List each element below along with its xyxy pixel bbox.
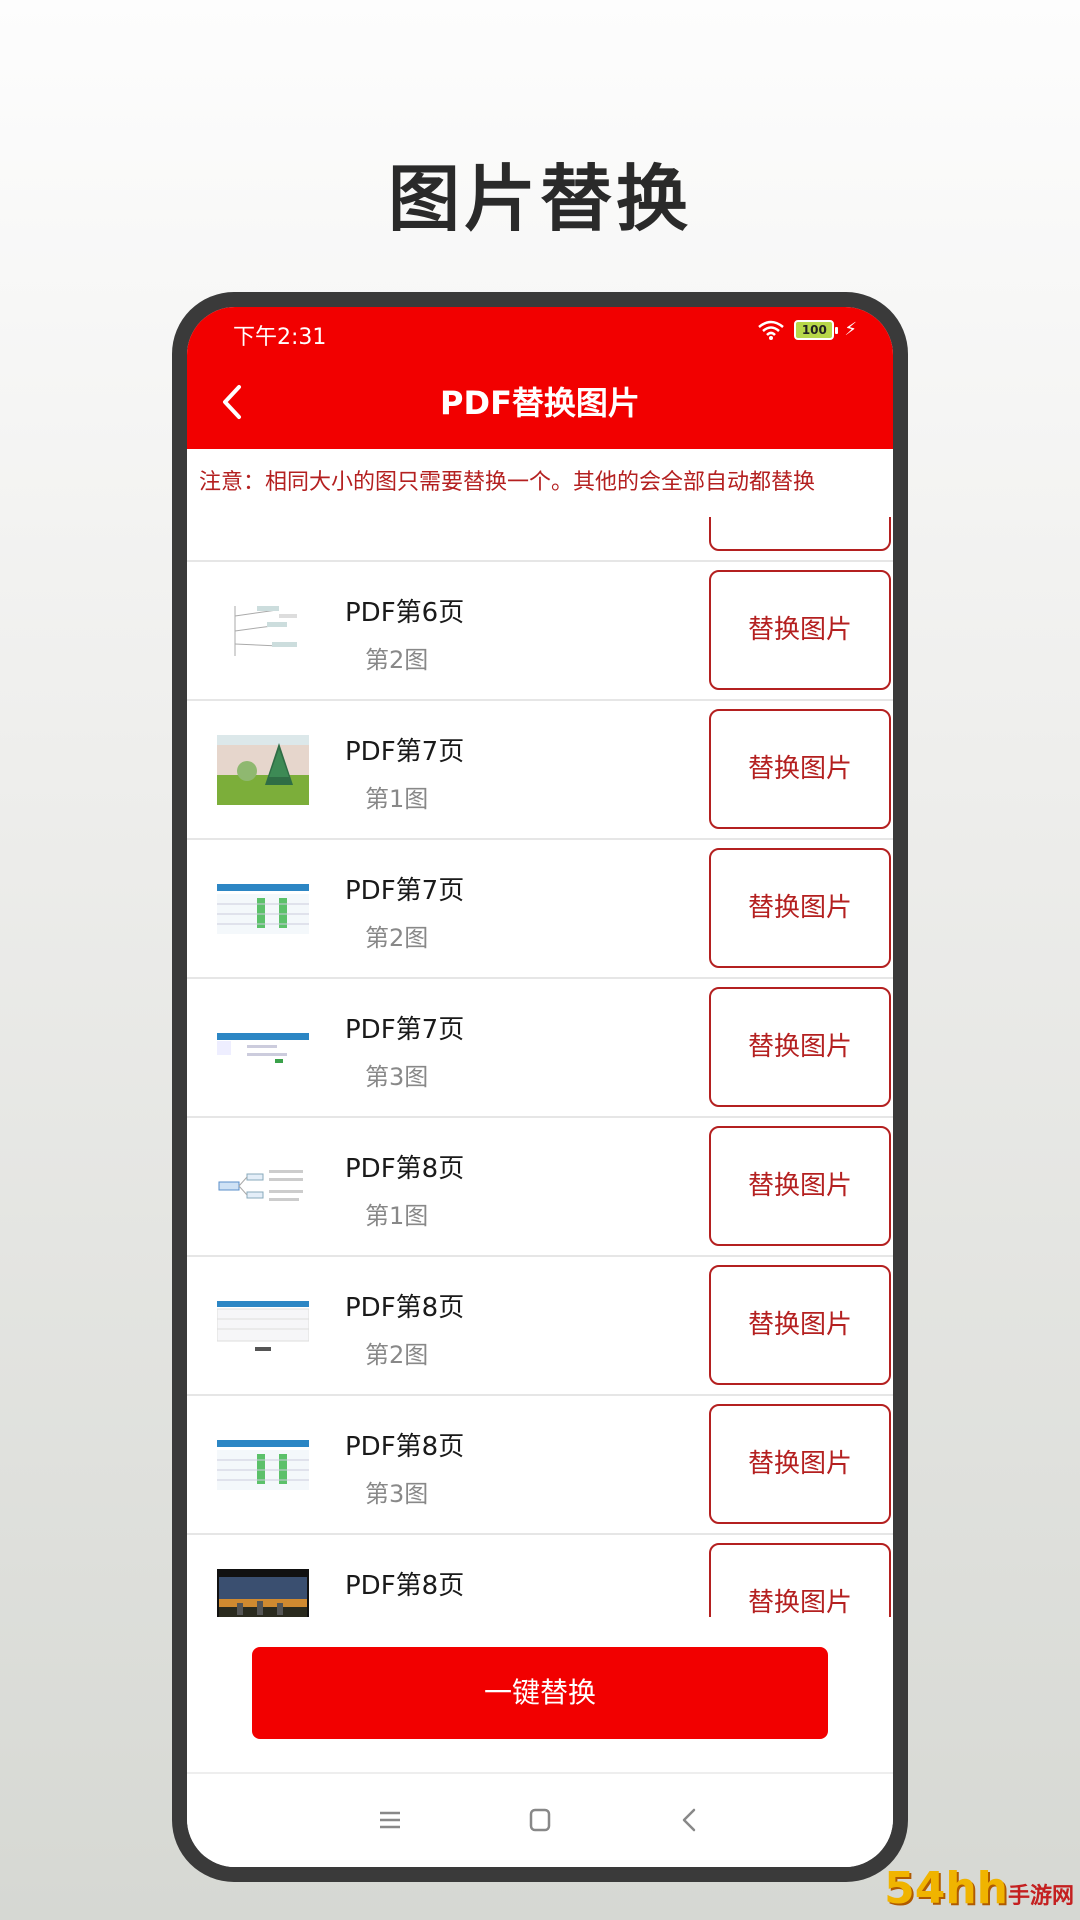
page-label: PDF第8页 <box>345 1293 465 1323</box>
list-item: PDF第8页第1图 替换图片 <box>187 1118 893 1257</box>
home-icon[interactable] <box>520 1802 560 1838</box>
image-index-label: 第3图 <box>365 1480 429 1508</box>
page-label: PDF第7页 <box>345 876 465 906</box>
image-thumbnail <box>217 1430 309 1500</box>
app-title: PDF替换图片 <box>440 384 640 422</box>
image-list-content: PDF第6页 第2图 替换图片 PDF第7页 第1图 替换图片 PDF第7页 第2图 替换图… <box>187 517 893 1617</box>
page-label: PDF第8页 <box>345 1571 465 1601</box>
one-click-replace-button[interactable]: 一键替换 <box>252 1647 828 1739</box>
image-index-label: 第1图 <box>365 1202 429 1230</box>
battery-icon: 100 <box>794 319 839 340</box>
watermark-sub: 手游网 <box>1007 1884 1074 1909</box>
system-nav-bar <box>187 1772 893 1867</box>
list-item: PDF第7页第2图 替换图片 <box>187 840 893 979</box>
phone-screen: 下午2:31 100 ⚡ PDF替换图片 注意：相同大小的图只需要替换一个。其他… <box>187 307 893 1867</box>
list-item: PDF第8页第3图 替换图片 <box>187 1396 893 1535</box>
list-item <box>187 517 893 562</box>
image-thumbnail <box>217 1152 309 1222</box>
image-index-label: 第2图 <box>365 924 429 952</box>
app-bar: PDF替换图片 <box>187 357 893 449</box>
image-index-label: 第1图 <box>365 785 429 813</box>
watermark-logo: 54hh手游网 <box>884 1863 1074 1914</box>
image-list[interactable]: PDF第6页 第2图 替换图片 PDF第7页 第1图 替换图片 PDF第7页 第2图 替换图… <box>187 517 893 1617</box>
image-index-label: 第2图 <box>365 1341 429 1369</box>
image-thumbnail <box>217 874 309 944</box>
phone-frame: 下午2:31 100 ⚡ PDF替换图片 注意：相同大小的图只需要替换一个。其他… <box>172 292 908 1882</box>
replace-image-button[interactable]: 替换图片 <box>709 709 891 829</box>
status-time: 下午2:31 <box>233 325 327 350</box>
image-thumbnail <box>217 1291 309 1361</box>
back-arrow-icon[interactable] <box>211 377 255 427</box>
status-icons: 100 ⚡ <box>758 319 857 340</box>
image-thumbnail <box>217 735 309 805</box>
image-thumbnail <box>217 1013 309 1083</box>
page-label: PDF第8页 <box>345 1154 465 1184</box>
list-item: PDF第7页第3图 替换图片 <box>187 979 893 1118</box>
replace-image-button[interactable]: 替换图片 <box>709 1265 891 1385</box>
list-item: PDF第8页第2图 替换图片 <box>187 1257 893 1396</box>
list-item: PDF第7页第1图 替换图片 <box>187 701 893 840</box>
menu-icon[interactable] <box>370 1802 410 1838</box>
charging-icon: ⚡ <box>844 319 857 340</box>
page-label: PDF第8页 <box>345 1432 465 1462</box>
replace-image-button[interactable]: 替换图片 <box>709 987 891 1107</box>
replace-image-button[interactable]: 替换图片 <box>709 1126 891 1246</box>
list-item: PDF第6页第2图 替换图片 <box>187 562 893 701</box>
image-index-label: 第3图 <box>365 1063 429 1091</box>
replace-image-button[interactable]: 替换图片 <box>709 1543 891 1617</box>
notice-text: 注意：相同大小的图只需要替换一个。其他的会全部自动都替换 <box>187 449 893 517</box>
promo-title: 图片替换 <box>387 157 692 241</box>
replace-image-button[interactable]: 替换图片 <box>709 570 891 690</box>
wifi-icon <box>758 320 785 340</box>
image-thumbnail <box>217 1569 309 1617</box>
image-thumbnail <box>217 596 309 666</box>
page-label: PDF第6页 <box>345 598 465 628</box>
replace-image-button[interactable]: 替换图片 <box>709 848 891 968</box>
status-bar: 下午2:31 100 ⚡ <box>187 307 893 357</box>
replace-image-button[interactable]: 替换图片 <box>709 1404 891 1524</box>
list-item: PDF第8页第4图替换图片 <box>187 1535 893 1617</box>
image-index-label: 第2图 <box>365 646 429 674</box>
replace-image-button[interactable] <box>709 517 891 551</box>
page-label: PDF第7页 <box>345 1015 465 1045</box>
page-label: PDF第7页 <box>345 737 465 767</box>
watermark-main: 54hh <box>884 1863 1008 1914</box>
bottom-action-area: 一键替换 <box>187 1617 893 1777</box>
back-nav-icon[interactable] <box>670 1802 710 1838</box>
